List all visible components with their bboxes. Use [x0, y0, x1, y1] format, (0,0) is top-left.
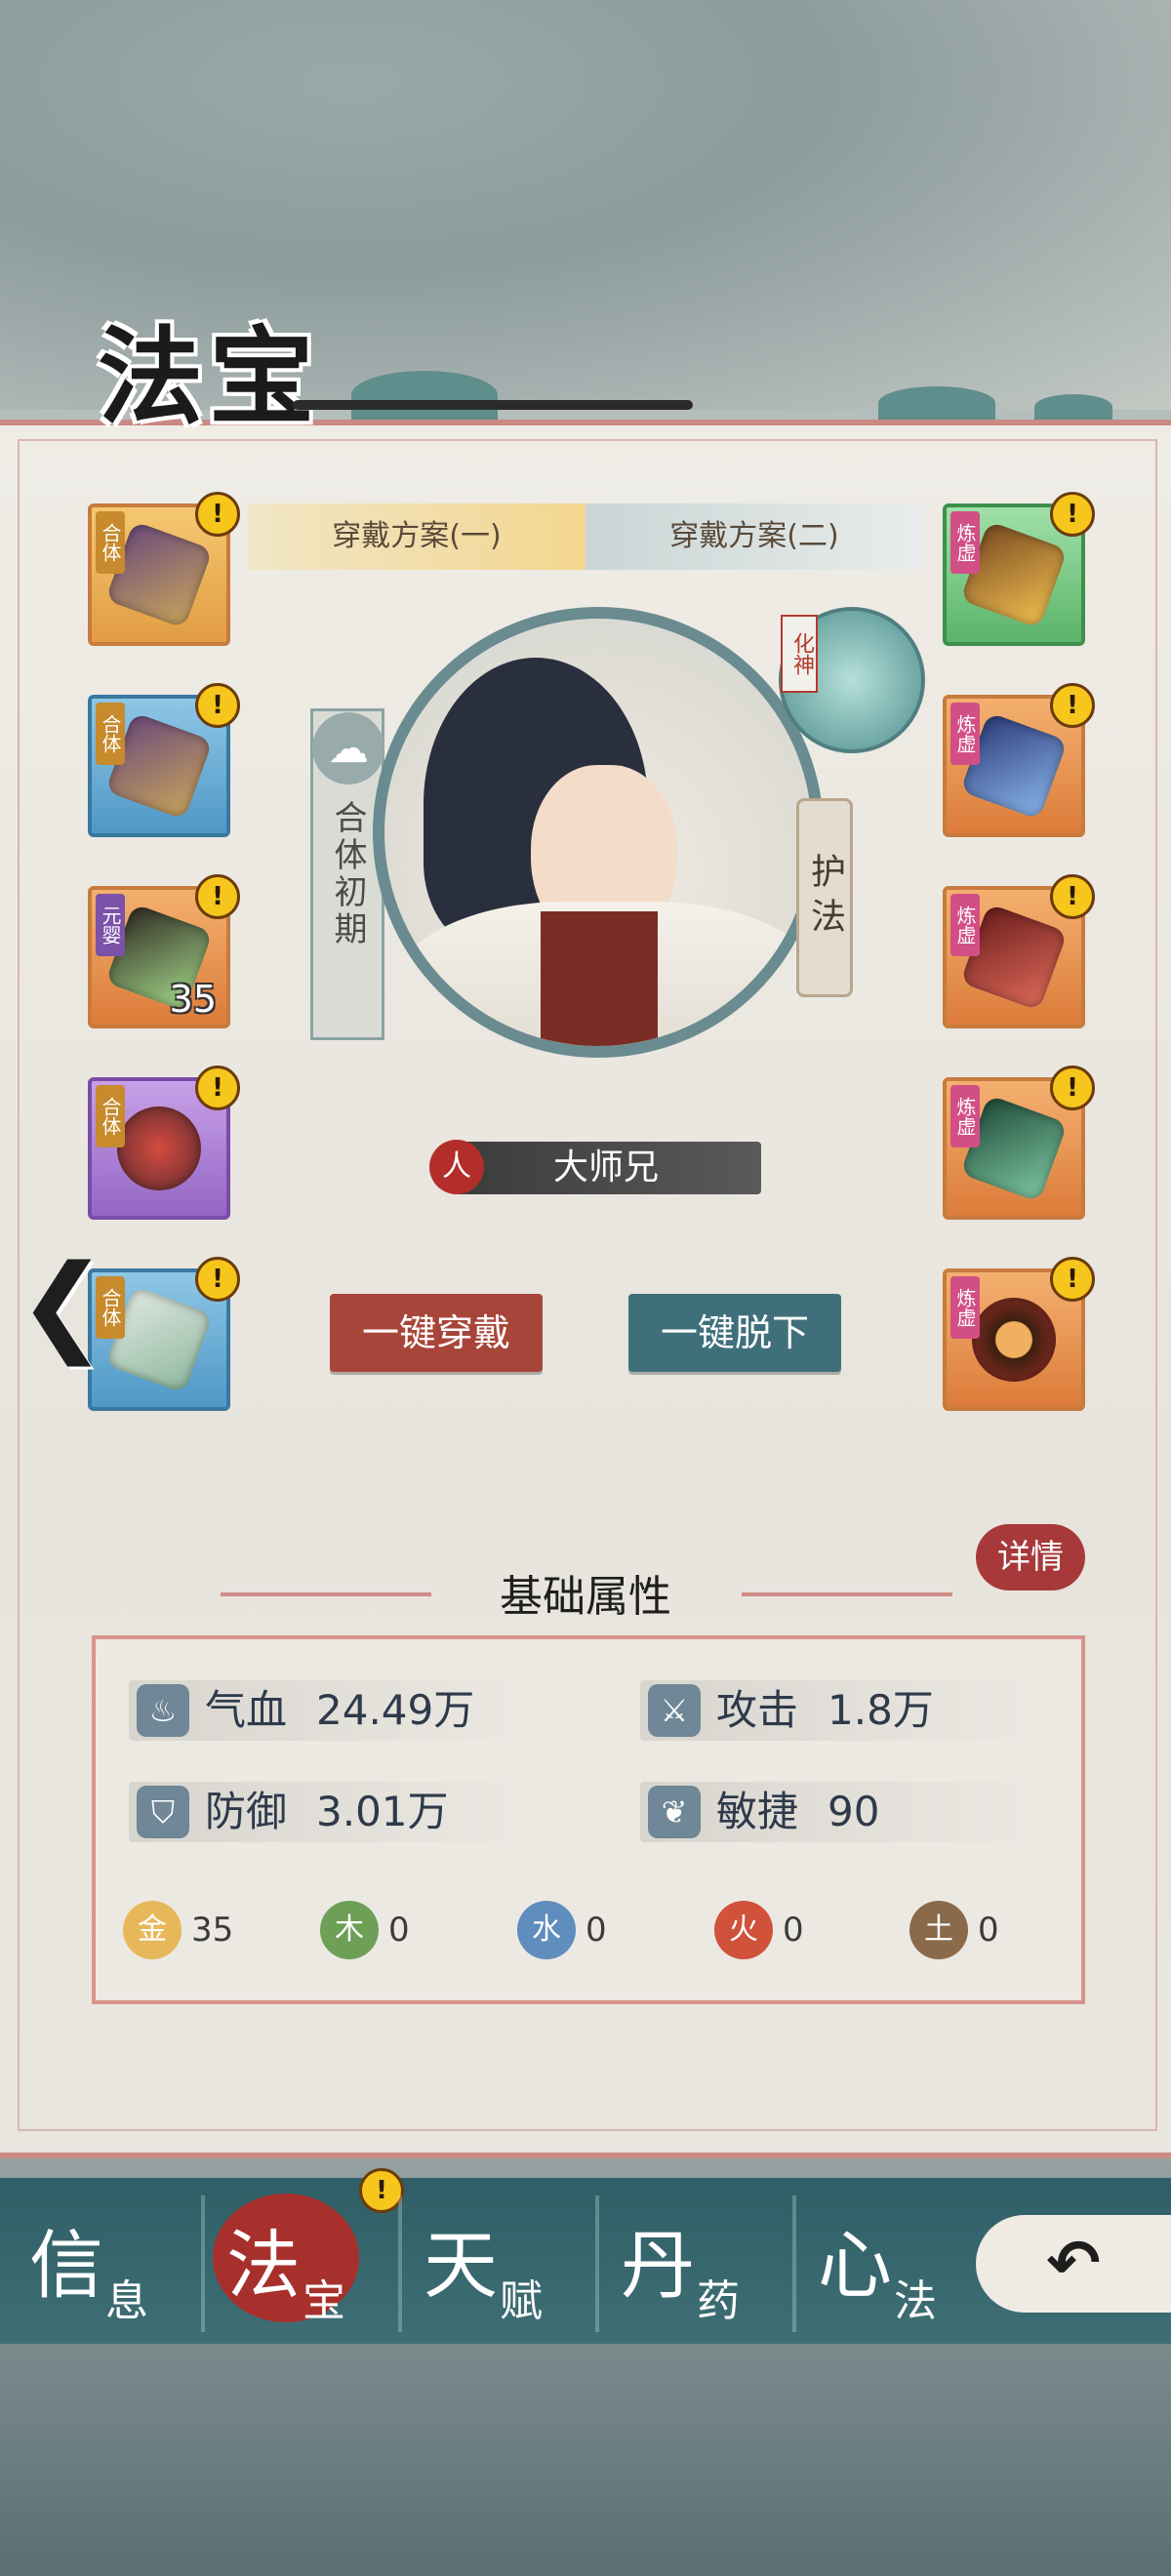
alert-icon: !	[195, 1257, 240, 1302]
water-icon: 水	[517, 1901, 576, 1959]
nav-sublabel: 宝	[303, 2276, 345, 2326]
title-underline	[293, 400, 693, 410]
tier-tag: 炼虚	[950, 1085, 980, 1147]
cloud-decoration	[1034, 394, 1112, 420]
back-arrow-icon[interactable]: ❮	[18, 1241, 107, 1366]
character-portrait[interactable]	[373, 607, 824, 1058]
stat-value: 3.01万	[316, 1788, 449, 1835]
character-name: 大师兄	[451, 1142, 761, 1194]
nav-sublabel: 药	[697, 2276, 740, 2326]
nav-divider	[398, 2195, 402, 2332]
stat-value: 90	[828, 1788, 880, 1835]
stat-label: 气血	[205, 1686, 288, 1734]
nav-tab-treasure[interactable]: 法 宝	[217, 2195, 412, 2332]
nav-sublabel: 息	[105, 2276, 148, 2326]
agility-icon: ❦	[648, 1786, 701, 1838]
nav-sublabel: 赋	[500, 2276, 543, 2326]
equipment-slot-left-4[interactable]: 合体 !	[88, 1066, 240, 1220]
alert-icon: !	[195, 1066, 240, 1110]
stat-value: 1.8万	[828, 1686, 934, 1734]
equipment-slot-right-4[interactable]: 炼虚 !	[943, 1066, 1095, 1220]
protect-button[interactable]: 护法	[796, 798, 853, 997]
element-value: 0	[388, 1911, 410, 1950]
tab-plan-two[interactable]: 穿戴方案(二)	[586, 503, 923, 570]
equipment-slot-right-1[interactable]: 炼虚 !	[943, 492, 1095, 646]
portrait-sash	[541, 911, 658, 1046]
element-value: 0	[978, 1911, 999, 1950]
tier-tag: 合体	[96, 703, 125, 765]
earth-icon: 土	[909, 1901, 968, 1959]
equipment-slot-left-2[interactable]: 合体 !	[88, 683, 240, 837]
cloud-decoration	[351, 371, 498, 420]
stat-label: 敏捷	[716, 1788, 799, 1835]
stat-hp: ♨ 气血 24.49万	[129, 1680, 519, 1741]
nav-divider	[792, 2195, 796, 2332]
tier-tag: 元婴	[96, 894, 125, 956]
transform-tag: 化神	[781, 615, 818, 693]
tier-tag: 合体	[96, 511, 125, 574]
equipment-slot-right-3[interactable]: 炼虚 !	[943, 874, 1095, 1028]
equipment-slot-right-5[interactable]: 炼虚 !	[943, 1257, 1095, 1411]
element-value: 35	[191, 1911, 234, 1950]
nav-label: 天	[424, 2222, 498, 2309]
tier-tag: 炼虚	[950, 1276, 980, 1339]
cloud-decoration	[878, 386, 995, 420]
stat-label: 攻击	[716, 1686, 799, 1734]
element-metal: 金 35	[123, 1901, 260, 1959]
tier-tag: 炼虚	[950, 894, 980, 956]
unequip-all-button[interactable]: 一键脱下	[628, 1294, 841, 1372]
stat-agility: ❦ 敏捷 90	[640, 1782, 1030, 1842]
nav-sublabel: 法	[894, 2276, 937, 2326]
element-value: 0	[783, 1911, 804, 1950]
wood-icon: 木	[320, 1901, 379, 1959]
nav-label: 法	[226, 2222, 301, 2309]
alert-icon: !	[195, 874, 240, 919]
element-fire: 火 0	[714, 1901, 851, 1959]
alert-icon: !	[1050, 683, 1095, 728]
nav-label: 丹	[621, 2222, 695, 2309]
element-wood: 木 0	[320, 1901, 457, 1959]
return-icon[interactable]: ↶	[976, 2215, 1171, 2313]
tier-tag: 炼虚	[950, 511, 980, 574]
equipment-slot-left-1[interactable]: 合体 !	[88, 492, 240, 646]
nav-tab-info[interactable]: 信 息	[20, 2195, 215, 2332]
equipment-slot-right-2[interactable]: 炼虚 !	[943, 683, 1095, 837]
shield-icon: ⛉	[137, 1786, 189, 1838]
element-value: 0	[586, 1911, 607, 1950]
race-badge: 人	[429, 1140, 484, 1194]
metal-icon: 金	[123, 1901, 182, 1959]
alert-icon: !	[195, 492, 240, 537]
tier-tag: 炼虚	[950, 703, 980, 765]
nav-divider	[201, 2195, 205, 2332]
equipment-slot-left-3[interactable]: 元婴 ! 35	[88, 874, 240, 1028]
item-count: 35	[169, 978, 217, 1021]
stat-attack: ⚔ 攻击 1.8万	[640, 1680, 1030, 1741]
fire-icon: 火	[714, 1901, 773, 1959]
stat-value: 24.49万	[316, 1686, 475, 1734]
nav-label: 心	[818, 2222, 892, 2309]
tab-plan-one[interactable]: 穿戴方案(一)	[248, 503, 586, 570]
stats-title: 基础属性	[500, 1572, 671, 1622]
attack-icon: ⚔	[648, 1684, 701, 1737]
equipment-slot-left-5[interactable]: 合体 !	[88, 1257, 240, 1411]
nav-label: 信	[29, 2222, 103, 2309]
blood-icon: ♨	[137, 1684, 189, 1737]
cloud-icon: ☁	[312, 712, 384, 785]
equip-all-button[interactable]: 一键穿戴	[330, 1294, 543, 1372]
alert-icon: !	[1050, 874, 1095, 919]
nav-tab-pill[interactable]: 丹 药	[611, 2195, 806, 2332]
stat-label: 防御	[205, 1788, 288, 1835]
tier-tag: 合体	[96, 1085, 125, 1147]
alert-icon: !	[1050, 1066, 1095, 1110]
nav-tab-talent[interactable]: 天 赋	[414, 2195, 609, 2332]
page-title: 法宝	[98, 316, 321, 439]
stat-defense: ⛉ 防御 3.01万	[129, 1782, 519, 1842]
nav-tab-mind-method[interactable]: 心 法	[808, 2195, 1003, 2332]
element-earth: 土 0	[909, 1901, 1046, 1959]
element-water: 水 0	[517, 1901, 654, 1959]
alert-icon: !	[1050, 1257, 1095, 1302]
alert-icon: !	[1050, 492, 1095, 537]
alert-icon: !	[195, 683, 240, 728]
nav-divider	[595, 2195, 599, 2332]
